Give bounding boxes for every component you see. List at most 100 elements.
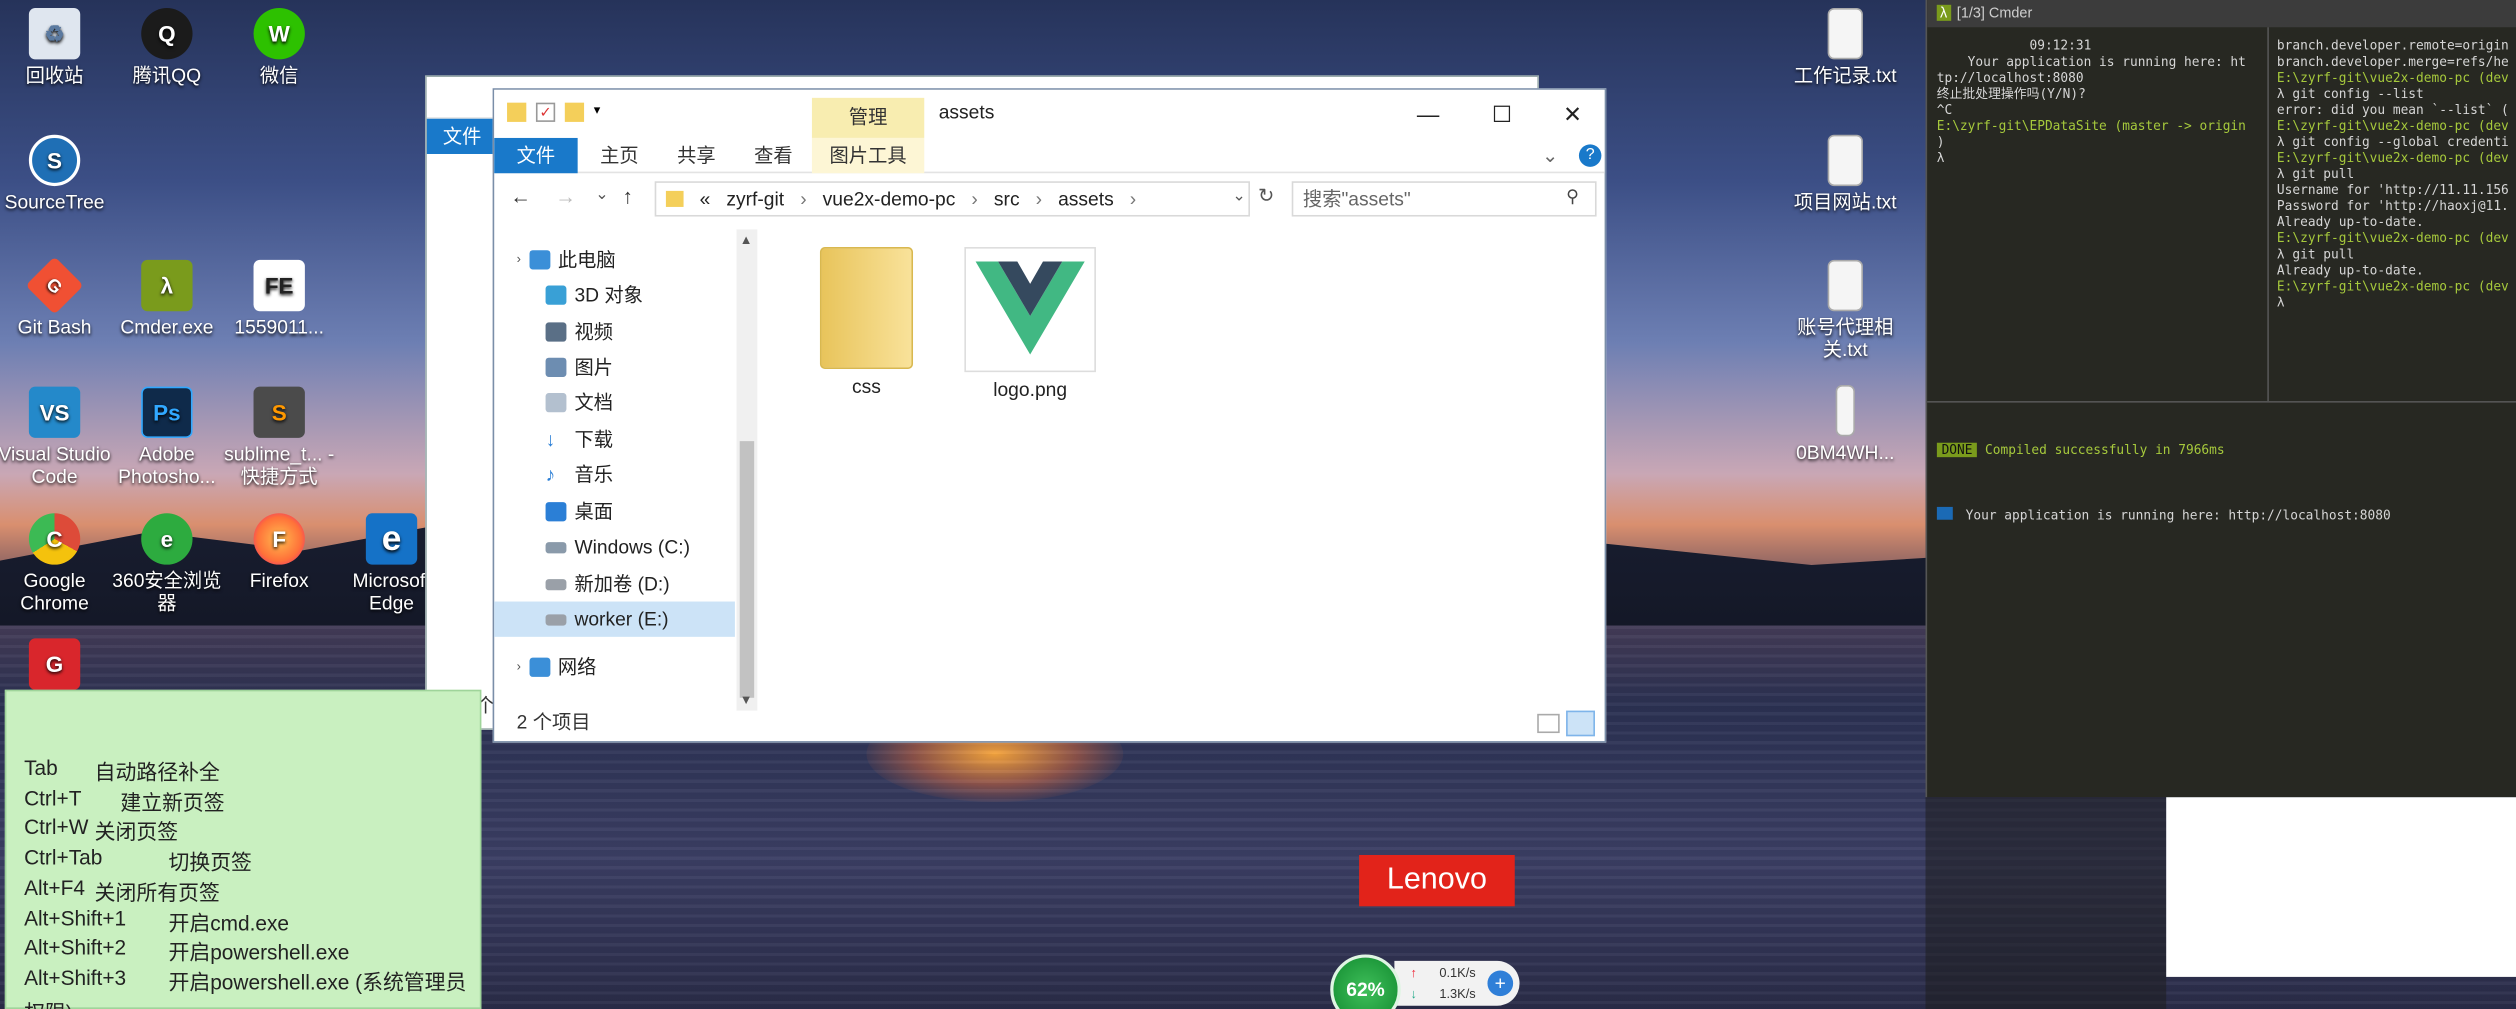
breadcrumb-separator-icon[interactable]: ›: [800, 183, 806, 215]
file-name: logo.png: [993, 378, 1068, 402]
desktop-icon-recycle-bin[interactable]: ♻ 回收站: [0, 8, 111, 87]
nav-item-label: 文档: [574, 391, 613, 414]
scroll-up-icon[interactable]: ▲: [740, 233, 753, 247]
new-folder-icon[interactable]: [564, 102, 585, 122]
blank-window[interactable]: [2166, 797, 2516, 977]
help-icon[interactable]: ?: [1578, 144, 1602, 167]
breadcrumb-src[interactable]: src: [994, 183, 1020, 215]
desktop-icon-sublime[interactable]: S sublime_t... - 快捷方式: [223, 386, 335, 488]
dropdown-arrow-icon[interactable]: ▾: [594, 103, 613, 122]
close-button[interactable]: ✕: [1537, 90, 1608, 138]
status-bar-count: 2 个项目: [516, 710, 591, 734]
manage-context-tab[interactable]: 管理: [811, 97, 925, 138]
shortcut-row: Ctrl+W 关闭页签: [24, 816, 178, 846]
recent-locations-chevron-icon[interactable]: ⌄: [595, 186, 608, 204]
music-note-icon: ♪: [545, 463, 556, 487]
file-item-logo[interactable]: logo.png: [958, 247, 1102, 401]
desktop-icon-project-sites[interactable]: 项目网站.txt: [1789, 134, 1901, 213]
desktop-icon-label: 360安全浏览器: [112, 569, 222, 615]
large-icons-view-icon[interactable]: [1566, 710, 1595, 737]
up-arrow-icon[interactable]: ↑: [623, 184, 633, 208]
breadcrumb-overflow[interactable]: «: [700, 183, 711, 215]
search-input[interactable]: 搜索"assets": [1291, 181, 1597, 217]
properties-checkbox-icon[interactable]: ✓: [535, 102, 556, 122]
desktop-icon-firefox[interactable]: F Firefox: [223, 513, 335, 592]
nav-scrollbar[interactable]: ▲ ▼: [736, 229, 758, 711]
minimize-button[interactable]: —: [1393, 90, 1464, 138]
cmder-titlebar[interactable]: λ [1/3] Cmder: [1927, 0, 2516, 28]
breadcrumb-separator-icon[interactable]: ›: [1130, 183, 1136, 215]
terminal-pane-left[interactable]: 09:12:31 Your application is running her…: [1937, 38, 2264, 166]
desktop-icon-app[interactable]: G: [0, 638, 111, 694]
tab-share[interactable]: 共享: [658, 138, 735, 173]
terminal-pane-right[interactable]: branch.developer.remote=origin branch.dev…: [2277, 38, 2516, 311]
expand-chevron-icon[interactable]: ›: [517, 650, 521, 685]
expand-chevron-icon[interactable]: ›: [517, 242, 521, 277]
upload-arrow-icon: ↑: [1410, 965, 1417, 981]
scroll-down-icon[interactable]: ▼: [740, 693, 753, 707]
download-arrow-icon: ↓: [1410, 986, 1417, 1001]
details-view-icon[interactable]: [1537, 713, 1560, 734]
desktop-icon-label: Visual Studio Code: [0, 442, 111, 488]
boost-plus-icon[interactable]: +: [1487, 970, 1514, 997]
shortcut-key: Alt+Shift+3: [24, 965, 127, 990]
sublime-text-icon: S: [253, 386, 305, 438]
cmder-terminal-window[interactable]: λ [1/3] Cmder 09:12:31 Your application i…: [1925, 0, 2516, 798]
desktop-icon-account-proxy[interactable]: 账号代理相关.txt: [1789, 259, 1901, 361]
pane-divider[interactable]: [1927, 401, 2516, 403]
address-box[interactable]: « zyrf-git › vue2x-demo-pc › src › assets ›: [654, 181, 1250, 217]
pane-divider[interactable]: [2267, 27, 2269, 402]
nav-item-drive-e[interactable]: worker (E:): [494, 601, 735, 637]
maximize-button[interactable]: ☐: [1467, 90, 1538, 138]
fe-file-icon: FE: [253, 259, 305, 312]
file-explorer-window[interactable]: ✓ ▾ 管理 assets — ☐ ✕ 文件 主页 共享 查看 图片工具 ⌄ ?…: [492, 88, 1607, 743]
search-icon[interactable]: ⚲: [1566, 186, 1579, 207]
desktop-icon-fe-file[interactable]: FE 1559011...: [223, 259, 335, 338]
address-dropdown-icon[interactable]: ⌄: [1232, 188, 1245, 206]
breadcrumb-zyrf-git[interactable]: zyrf-git: [726, 183, 784, 215]
breadcrumb-vue2x-demo-pc[interactable]: vue2x-demo-pc: [823, 183, 956, 215]
memory-usage-circle[interactable]: 62%: [1330, 954, 1401, 1009]
scrollbar-thumb[interactable]: [739, 441, 755, 698]
desktop-icon-wechat[interactable]: W 微信: [223, 8, 335, 87]
nav-item-label: 网络: [557, 656, 597, 679]
terminal-line: tp://localhost:8080: [1936, 70, 2084, 86]
tab-picture-tools[interactable]: 图片工具: [811, 137, 925, 174]
nav-item-label: 视频: [574, 320, 613, 344]
tab-home[interactable]: 主页: [581, 138, 658, 173]
breadcrumb-assets[interactable]: assets: [1058, 183, 1114, 215]
desktop-icon-360-browser[interactable]: e 360安全浏览器: [111, 513, 223, 614]
tab-file[interactable]: 文件: [494, 137, 578, 174]
file-item-css[interactable]: css: [794, 247, 938, 398]
desktop-icon-vscode[interactable]: VS Visual Studio Code: [0, 386, 111, 488]
cmder-lambda-icon: λ: [141, 259, 193, 312]
desktop-icon-0bm4wh[interactable]: 0BM4WH...: [1789, 384, 1901, 464]
desktop-icon-work-log[interactable]: 工作记录.txt: [1789, 8, 1901, 87]
desktop-icon-qq[interactable]: Q 腾讯QQ: [111, 8, 223, 87]
ribbon-expand-chevron-icon[interactable]: ⌄: [1537, 138, 1563, 173]
desktop-icon-cmder[interactable]: λ Cmder.exe: [111, 259, 223, 338]
explorer-titlebar[interactable]: ✓ ▾ 管理 assets — ☐ ✕: [494, 89, 1605, 138]
desktop-icon-photoshop[interactable]: Ps Adobe Photosho...: [111, 386, 223, 488]
breadcrumb-separator-icon[interactable]: ›: [1036, 183, 1042, 215]
terminal-line: Your application is running here: ht: [1936, 54, 2246, 69]
tab-view[interactable]: 查看: [735, 138, 812, 173]
breadcrumb-separator-icon[interactable]: ›: [971, 183, 977, 215]
shortcut-description: 关闭所有页签: [94, 880, 220, 905]
desktop-icon-sourcetree[interactable]: S SourceTree: [0, 134, 111, 213]
refresh-icon[interactable]: ↻: [1258, 184, 1274, 206]
forward-arrow-icon[interactable]: →: [555, 184, 576, 208]
terminal-pane-bottom[interactable]: DONE Compiled successfully in 7966ms You…: [1936, 411, 2515, 557]
network-monitor-widget[interactable]: ↑ 0.1K/s ↓ 1.3K/s + 62%: [1330, 954, 1520, 1009]
address-bar-row: ← → ⌄ ↑ « zyrf-git › vue2x-demo-pc › src › …: [494, 175, 1604, 223]
nav-item-this-pc[interactable]: › 此电脑: [517, 242, 758, 277]
shortcut-cheatsheet: Tab 自动路径补全 Ctrl+T 建立新页签 Ctrl+W 关闭页签 Ctrl+Tab 切换…: [4, 689, 482, 1009]
desktop-icon-git-bash[interactable]: G Git Bash: [0, 256, 111, 338]
background-file-tab[interactable]: 文件: [426, 118, 498, 154]
nav-item-network[interactable]: › 网络: [517, 650, 758, 685]
terminal-line: Username for 'http://11.11.156: [2276, 182, 2509, 198]
desktop-icon-chrome[interactable]: C Google Chrome: [0, 513, 111, 614]
back-arrow-icon[interactable]: ←: [510, 184, 531, 208]
terminal-line: E:\zyrf-git\vue2x-demo-pc (dev: [2276, 70, 2509, 86]
running-message: Your application is running here: http:/…: [1965, 508, 2391, 523]
